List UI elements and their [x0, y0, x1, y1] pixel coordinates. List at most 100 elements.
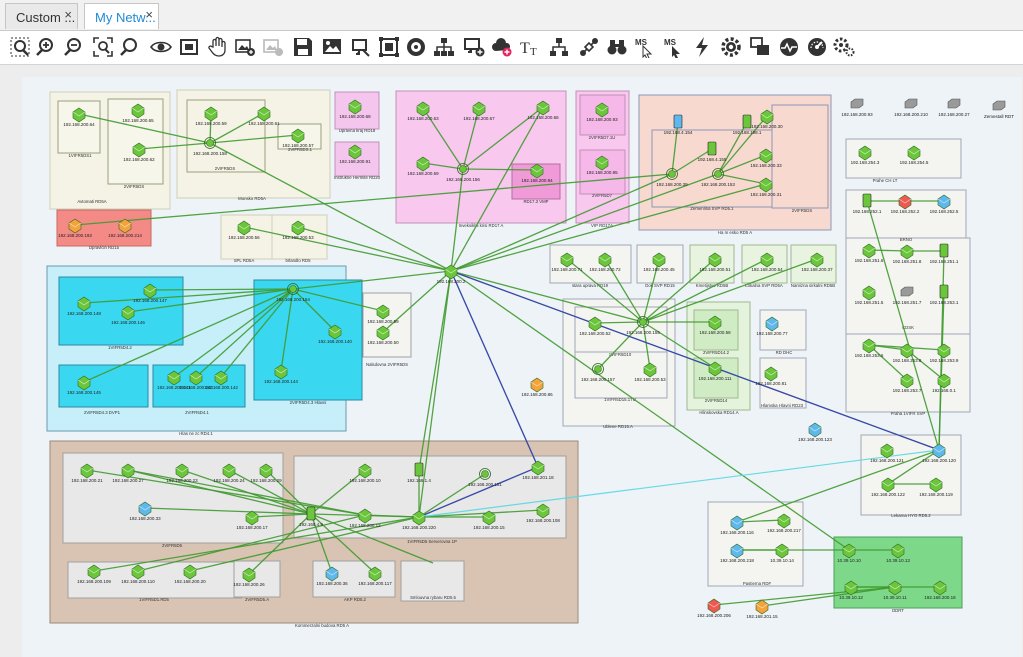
- connect-icon[interactable]: [578, 36, 600, 58]
- node-label: 192.168.200.68: [339, 114, 371, 119]
- node-label: 192.168.200.146: [111, 320, 145, 325]
- node-192-168-200-123[interactable]: 192.168.200.123: [798, 422, 832, 442]
- eye-icon[interactable]: [150, 36, 172, 58]
- group-nalsdovna-2vifr5ds[interactable]: [362, 292, 412, 358]
- group-label-nalsdovna-2vifr5ds: Nalsdovna 2VIFR5DS: [366, 362, 408, 367]
- dashboard-icon[interactable]: [806, 36, 828, 58]
- image-disabled-icon[interactable]: [262, 36, 284, 58]
- monitor-pulse-icon[interactable]: [778, 36, 800, 58]
- node-192-168-200-27[interactable]: 192.168.200.27: [938, 98, 970, 117]
- node-label: 192.168.200.69: [407, 171, 439, 176]
- node-label: 192.168.253.8: [893, 358, 922, 363]
- ms-cursor-2-icon[interactable]: MS: [663, 36, 685, 58]
- node-label: 192.168.200.21: [71, 478, 103, 483]
- fullscreen-icon[interactable]: [178, 36, 200, 58]
- node-zemestall-rdt[interactable]: Zemestall RDT: [984, 100, 1014, 119]
- save-icon[interactable]: [292, 36, 314, 58]
- group-label-dok-svp-rd15: Dok SVP RD15: [645, 283, 675, 288]
- node-192-168-200-206[interactable]: 192.168.200.206: [697, 598, 731, 618]
- picture-icon[interactable]: [321, 36, 343, 58]
- zoom-out-icon[interactable]: [62, 36, 84, 58]
- cloud-add-icon[interactable]: [491, 36, 513, 58]
- monitor-icon[interactable]: [350, 36, 372, 58]
- zoom-search-icon[interactable]: [118, 36, 140, 58]
- gear-icon[interactable]: [720, 36, 742, 58]
- group-lekarna-hyo-rd5-2[interactable]: [860, 434, 962, 516]
- network-map-canvas[interactable]: Avtomati RD5A 1VIFR5DS1 2VIFR5DS Monsko RD5…: [22, 77, 1022, 657]
- node-label: 192.168.253.6: [855, 353, 884, 358]
- group-label-2vifr5ds: 2VIFR5DS: [792, 208, 813, 213]
- node-label: 192.168.200.15: [473, 525, 505, 530]
- node-192-168-200-86[interactable]: 192.168.200.86: [521, 377, 553, 397]
- group-2vifr5d4-3-dvp1[interactable]: [58, 364, 149, 408]
- node-label: 192.168.200.63: [407, 116, 439, 121]
- node-192-168-201-15[interactable]: 192.168.201.15: [746, 599, 778, 619]
- node-label: 192.168.251.5: [855, 300, 884, 305]
- add-image-icon[interactable]: [234, 36, 256, 58]
- node-label: 192.168.200.140: [318, 339, 352, 344]
- node-label: 192.168.200.2: [437, 279, 466, 284]
- hand-pan-icon[interactable]: [207, 36, 229, 58]
- node-label: 192.168.200.210: [894, 112, 928, 117]
- zoom-area-icon[interactable]: [9, 36, 31, 58]
- node-label: 192.168.200.193: [58, 233, 92, 238]
- node-label: 192.168.200.217: [767, 528, 801, 533]
- tab-custom[interactable]: Custom ... ×: [5, 3, 78, 29]
- node-label: 192.168.200.27: [938, 112, 970, 117]
- group-label-smlouvna-rybaru-rd5-5: Smlouvna rybaru RD5.5: [410, 595, 456, 600]
- bolt-icon[interactable]: [691, 36, 713, 58]
- node-label: 192.168.198.1: [733, 130, 762, 135]
- group-label-stara-uprava-rd19: stara uprava RD19: [572, 283, 609, 288]
- svg-text:MS: MS: [635, 38, 648, 47]
- tab-my-network-close-icon[interactable]: ×: [145, 7, 153, 22]
- group-akp-rd5-2[interactable]: [312, 560, 396, 598]
- group-label-2vifr5d14: 2VIFR5D14: [705, 398, 728, 403]
- text-icon[interactable]: TT: [519, 36, 541, 58]
- svg-text:T: T: [520, 40, 530, 57]
- node-label: 192.168.200.95: [586, 170, 618, 175]
- group-label-dpravlcin-rd15: Dpravlcin RD15: [89, 245, 120, 250]
- zoom-in-icon[interactable]: [34, 36, 56, 58]
- node-label: 192.168.200.157: [581, 377, 615, 382]
- node-label: 192.168.4.155: [698, 157, 727, 162]
- node-label: 192.168.200.91: [339, 159, 371, 164]
- tab-custom-close-icon[interactable]: ×: [64, 7, 72, 22]
- group-rd-dhc[interactable]: [759, 309, 807, 351]
- node-label: 192.168.200.153: [701, 182, 735, 187]
- group-label-rd17-3-vmp: RD17.3 VMP: [523, 199, 548, 204]
- tree-layout-icon[interactable]: [433, 36, 455, 58]
- node-label: 10.39.10.14: [770, 558, 794, 563]
- settings-icon[interactable]: [833, 36, 855, 58]
- node-label: 192.168.200.10: [349, 478, 381, 483]
- disk-icon[interactable]: [405, 36, 427, 58]
- link-blue-1: [450, 270, 539, 468]
- layers-icon[interactable]: [749, 36, 771, 58]
- node-label: 192.168.200.54: [751, 267, 783, 272]
- node-label: 192.168.200.72: [589, 267, 621, 272]
- node-label: 192.168.200.17: [236, 525, 268, 530]
- group-pastierna-rdf[interactable]: [707, 501, 804, 587]
- svg-text:T: T: [530, 46, 537, 58]
- node-label: 192.168.200.58: [699, 330, 731, 335]
- node-label: 192.168.200.151: [468, 482, 502, 487]
- zoom-fit-icon[interactable]: [92, 36, 114, 58]
- group-label-2vifr5d5: 2VIFR5D5: [162, 543, 183, 548]
- node-192-168-200-93[interactable]: 192.168.200.93: [841, 98, 873, 117]
- frame-icon[interactable]: [378, 36, 400, 58]
- tree-add-icon[interactable]: [548, 36, 570, 58]
- group-label-instrukne-hermite-rd20: Instrukne Hermite RD20: [334, 175, 381, 180]
- node-label: 192.168.200.120: [922, 458, 956, 463]
- tab-my-network[interactable]: My Netw... ×: [84, 3, 159, 29]
- ms-cursor-icon[interactable]: MS: [634, 36, 656, 58]
- node-label: 192.168.201.15: [746, 614, 778, 619]
- group-2vifr5ds[interactable]: [186, 99, 266, 173]
- group-label-ublene-rd15-a: Ublene RD15.A: [603, 424, 633, 429]
- node-label: 192.168.200.142: [204, 385, 238, 390]
- node-label: 192.168.200.18: [924, 595, 956, 600]
- node-label: 192.168.253.1: [930, 300, 959, 305]
- group-label-2vifr5ds: 2VIFR5DS: [124, 184, 145, 189]
- node-192-168-200-210[interactable]: 192.168.200.210: [894, 98, 928, 117]
- binoculars-icon[interactable]: [606, 36, 628, 58]
- node-label: 192.168.200.119: [919, 492, 953, 497]
- add-device-icon[interactable]: [463, 36, 485, 58]
